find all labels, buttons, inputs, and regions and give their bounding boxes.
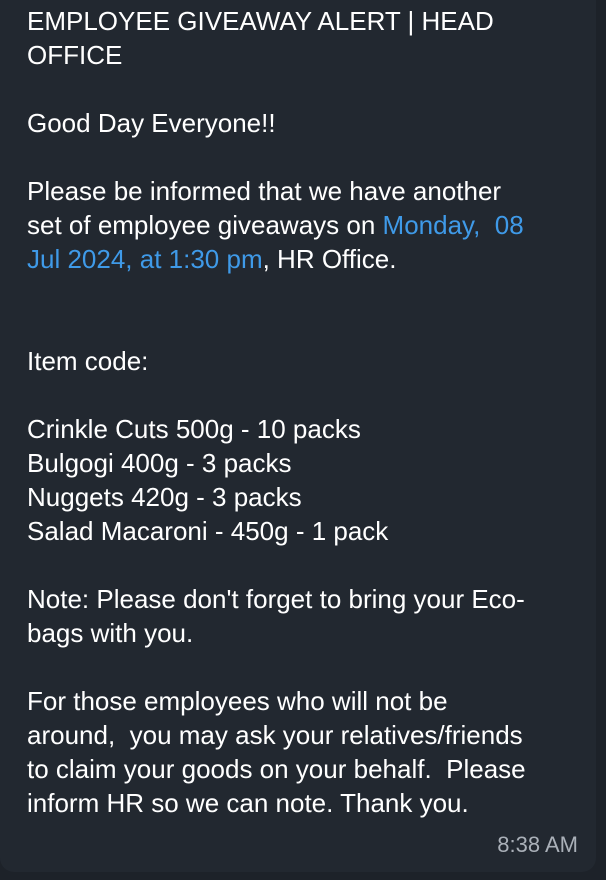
closing-line: For those employees who will not be (27, 686, 448, 716)
message-title-line-1: EMPLOYEE GIVEAWAY ALERT | HEAD (27, 6, 494, 36)
info-line-1: Please be informed that we have another (27, 176, 502, 206)
list-item: Bulgogi 400g - 3 packs (27, 448, 292, 478)
item-list: Crinkle Cuts 500g - 10 packs Bulgogi 400… (27, 412, 587, 548)
date-link-continued[interactable]: Jul 2024, at 1:30 pm (27, 244, 263, 274)
message-bubble: EMPLOYEE GIVEAWAY ALERT | HEAD OFFICE Go… (0, 0, 596, 872)
greeting: Good Day Everyone!! (27, 108, 276, 138)
message-timestamp: 8:38 AM (497, 832, 578, 857)
item-code-label: Item code: (27, 346, 149, 376)
closing-line: to claim your goods on your behalf. Plea… (27, 754, 526, 784)
message-text: EMPLOYEE GIVEAWAY ALERT | HEAD OFFICE Go… (27, 4, 587, 820)
note-line-2: bags with you. (27, 618, 194, 648)
info-line-3: Jul 2024, at 1:30 pm, HR Office. (27, 242, 587, 276)
info-line-2: set of employee giveaways on Monday, 08 (27, 208, 587, 242)
note-line-1: Note: Please don't forget to bring your … (27, 584, 525, 614)
list-item: Nuggets 420g - 3 packs (27, 482, 302, 512)
list-item: Crinkle Cuts 500g - 10 packs (27, 414, 361, 444)
info-line-2-text: set of employee giveaways on (27, 210, 383, 240)
closing-line: inform HR so we can note. Thank you. (27, 788, 469, 818)
info-line-3-text: , HR Office. (262, 244, 397, 274)
message-title-line-2: OFFICE (27, 40, 123, 70)
date-link[interactable]: Monday, 08 (383, 210, 524, 240)
closing-line: around, you may ask your relatives/frien… (27, 720, 523, 750)
list-item: Salad Macaroni - 450g - 1 pack (27, 516, 389, 546)
